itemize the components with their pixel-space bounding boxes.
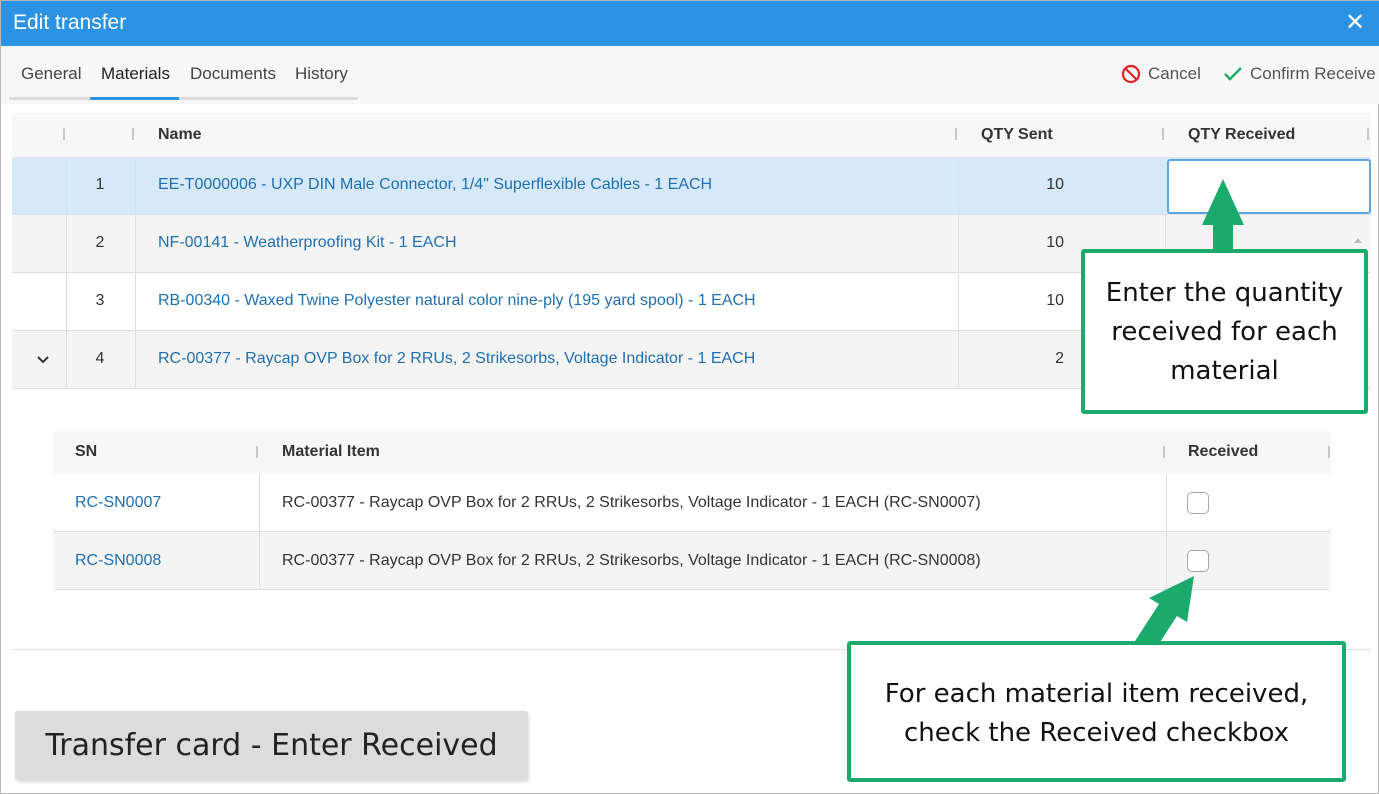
- callout-line: Enter the quantity: [1105, 278, 1344, 308]
- received-checkbox-callout: For each material item received, check t…: [847, 641, 1346, 782]
- callout-line: material: [1170, 356, 1279, 386]
- callout-line: received for each: [1111, 317, 1338, 347]
- qty-received-callout: Enter the quantity received for each mat…: [1081, 249, 1368, 414]
- callout-line: check the Received checkbox: [904, 718, 1289, 748]
- edit-transfer-dialog: Edit transfer ✕ General Materials Docume…: [0, 0, 1379, 794]
- callout-line: For each material item received,: [884, 679, 1309, 709]
- arrow-up-icon: [1202, 179, 1244, 249]
- caption-label: Transfer card - Enter Received: [15, 711, 528, 780]
